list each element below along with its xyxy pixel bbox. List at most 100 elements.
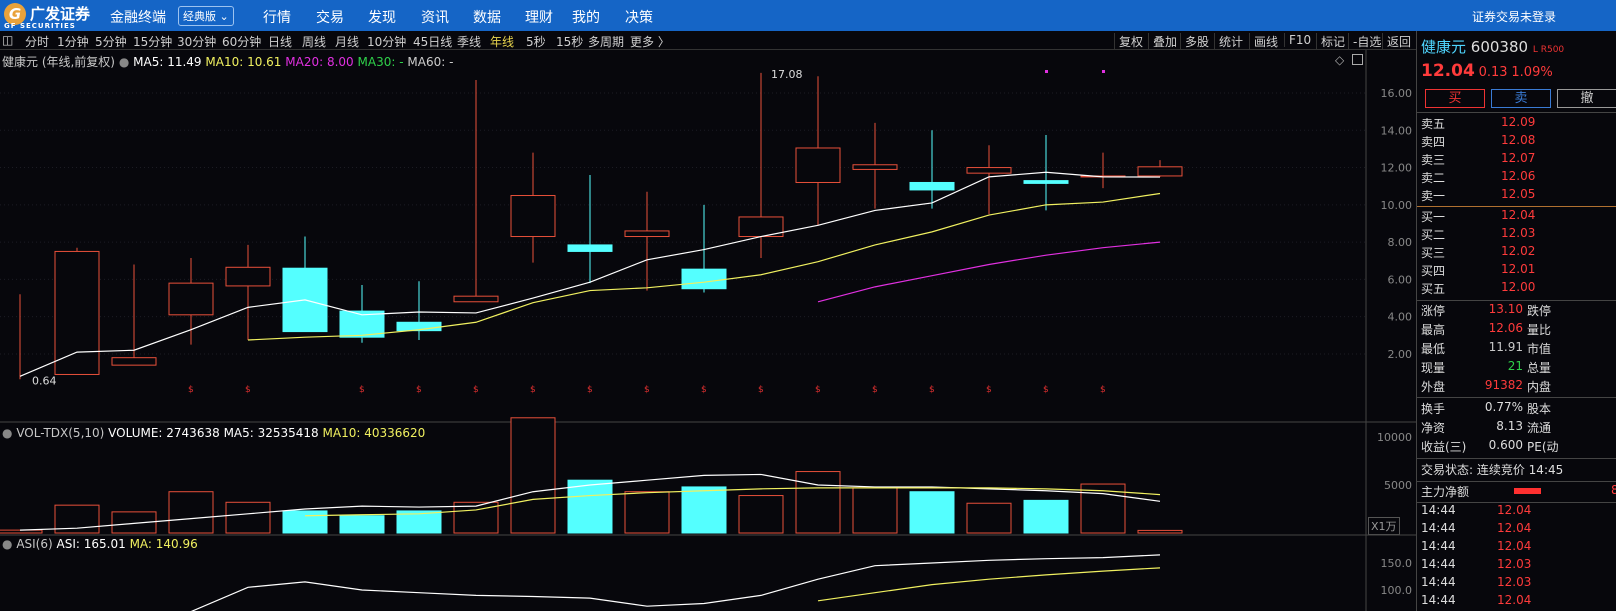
price-pct: 1.09% [1511,65,1553,80]
stat-value: 8.13 [1496,419,1523,433]
marker-dot [1102,70,1105,73]
volume-bar [795,471,841,534]
tick-time: 14:44 [1421,593,1456,607]
price-tick: 8.00 [1388,236,1413,249]
volume-bar [681,486,727,534]
candle-body [54,250,100,375]
candle-body [225,266,271,287]
tick-row: 14:44 12.03 [1421,557,1616,575]
volume-bar [1023,499,1069,534]
stat-value: 91382 [1484,378,1523,392]
candle-body [681,268,727,290]
stat-label: 市值 [1527,342,1552,356]
stat-value: 0.600 [1488,438,1523,452]
ask-row: 卖一 12.05 [1421,187,1616,205]
stat-row: 最低 11.91 市值 [1421,340,1616,358]
bid-row: 买二 12.03 [1421,226,1616,244]
asi-tick: 150.0 [1381,557,1413,570]
event-marker: $ [359,385,365,395]
login-status[interactable]: 证券交易未登录 [1472,8,1556,25]
tick-price: 12.03 [1497,575,1532,589]
candle-body [453,295,499,303]
ask-row: 卖五 12.09 [1421,115,1616,133]
volume-bar [510,417,556,534]
bid-price: 12.04 [1501,208,1536,222]
ask-row: 卖三 12.07 [1421,151,1616,169]
tick-time: 14:44 [1421,521,1456,535]
event-marker: $ [530,385,536,395]
tick-row: 14:44 12.03 [1421,575,1616,593]
high-annotation: 17.08 [771,68,803,81]
stat-label: 跌停 [1527,304,1552,318]
flow-bar [1514,488,1541,494]
last-price: 12.04 [1421,61,1475,81]
ask-label: 卖三 [1421,153,1446,167]
event-marker: $ [245,385,251,395]
price-tick: 4.00 [1388,311,1413,324]
price-change: 0.13 [1478,65,1508,80]
stat-label: 量比 [1527,323,1552,337]
candle-body [567,244,613,252]
asi-ma-line [817,567,1161,602]
tick-time: 14:44 [1421,557,1456,571]
low-annotation: 0.64 [32,374,57,387]
ask-label: 卖一 [1421,189,1446,203]
tick-price: 12.04 [1497,593,1532,607]
flow-label: 主力净额 [1421,485,1470,499]
price-tick: 10.00 [1381,199,1413,212]
event-marker: $ [929,385,935,395]
volume-tick: 5000 [1384,479,1412,492]
price-tick: 6.00 [1388,273,1413,286]
volume-bar [852,487,898,534]
bid-row: 买四 12.01 [1421,262,1616,280]
stat-label: 内盘 [1527,380,1552,394]
volume-bar [168,491,214,534]
tick-row: 14:44 12.04 [1421,503,1616,521]
sell-button[interactable]: 卖 [1491,89,1551,108]
tick-price: 12.04 [1497,503,1532,517]
candle-body [510,195,556,238]
tick-price: 12.04 [1497,539,1532,553]
cancel-button[interactable]: 撤 [1557,89,1616,108]
price-tick: 16.00 [1381,87,1413,100]
buy-button[interactable]: 买 [1425,89,1485,108]
tick-price: 12.04 [1497,521,1532,535]
candle-body [168,282,214,316]
price-tick: 14.00 [1381,124,1413,137]
candle-body [909,181,955,191]
volume-bar [1137,529,1183,534]
volume-bar [567,479,613,534]
stat-label: 换手 [1421,402,1446,416]
price-tick: 2.00 [1388,348,1413,361]
candle-body [966,167,1012,174]
kline-chart[interactable]: 16.00 14.00 12.00 10.00 8.00 6.00 4.00 2.00 1000… [0,0,1416,611]
candle-body [1023,180,1069,184]
trade-status: 交易状态: 连续竞价 14:45 [1421,463,1564,477]
bid-row: 买五 12.00 [1421,280,1616,298]
event-marker: $ [872,385,878,395]
flow-value: 8 [1611,483,1616,497]
stat-label: 收益(三) [1421,440,1467,454]
bid-price: 12.02 [1501,244,1536,258]
stock-name: 健康元 [1421,38,1467,56]
stat-label: 涨停 [1421,304,1446,318]
ask-price: 12.06 [1501,169,1536,183]
event-marker: $ [758,385,764,395]
event-marker: $ [1043,385,1049,395]
stat-label: PE(动 [1527,440,1559,454]
asi-tick: 100.0 [1381,584,1413,597]
ask-price: 12.05 [1501,187,1536,201]
stat-row: 净资 8.13 流通 [1421,419,1616,437]
ask-label: 卖五 [1421,117,1446,131]
stat-row: 外盘 91382 内盘 [1421,378,1616,396]
bid-label: 买五 [1421,282,1446,296]
volume-bar [339,515,385,534]
stat-row: 最高 12.06 量比 [1421,321,1616,339]
stat-label: 最低 [1421,342,1446,356]
stat-label: 净资 [1421,421,1446,435]
volume-bar [282,510,328,534]
event-marker: $ [644,385,650,395]
ask-price: 12.09 [1501,115,1536,129]
event-marker: $ [416,385,422,395]
marker-dot [1045,70,1048,73]
